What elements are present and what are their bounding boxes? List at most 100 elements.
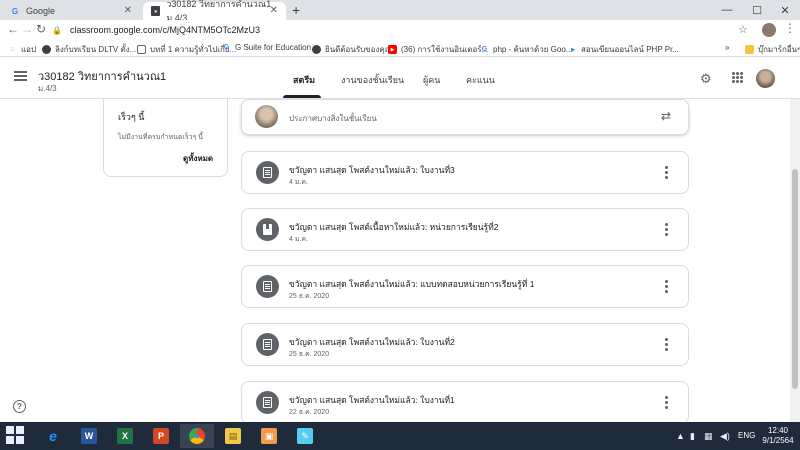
assignment-icon — [256, 161, 279, 184]
announce-placeholder[interactable]: ประกาศบางสิ่งในชั้นเรียน — [289, 112, 377, 125]
stream-post[interactable]: ขวัญตา แสนสุด โพสต์งานใหม่แล้ว: ใบงานที่… — [241, 381, 689, 422]
taskbar-app[interactable]: P — [144, 424, 178, 448]
new-tab-button[interactable]: + — [292, 2, 300, 18]
globe-icon — [42, 45, 51, 54]
apps-grid-icon: ⁙ — [9, 46, 16, 54]
forward-icon[interactable]: → — [21, 22, 33, 36]
post-title[interactable]: ขวัญตา แสนสุด โพสต์เนื้อหาใหม่แล้ว: หน่ว… — [289, 220, 498, 234]
more-options-icon[interactable] — [665, 166, 668, 179]
help-icon[interactable]: ? — [13, 400, 26, 413]
post-date: 4 ม.ค. — [289, 179, 309, 186]
bookmark-label: สอนเขียนออนไลน์ PHP Pr... — [581, 45, 679, 54]
internet-explorer-icon: e — [49, 428, 57, 444]
other-bookmarks-label: บุ๊กมาร์กอื่นๆ — [758, 45, 800, 54]
classroom-header: ว30182 วิทยาการคำนวณ1 ม.4/3 สตรีม งานของ… — [0, 57, 800, 99]
bookmark-star-icon[interactable]: ☆ — [738, 23, 748, 36]
bookmark-label: ลิงก์บทเรียน DLTV ตั้ง... — [55, 45, 137, 54]
stream-post[interactable]: ขวัญตา แสนสุด โพสต์เนื้อหาใหม่แล้ว: หน่ว… — [241, 208, 689, 251]
windows-start-icon[interactable] — [6, 426, 26, 446]
bookmarks-bar: ⁙ แอป ลิงก์บทเรียน DLTV ตั้ง... บทที่ 1 … — [0, 40, 800, 57]
class-title[interactable]: ว30182 วิทยาการคำนวณ1 — [38, 67, 166, 85]
repost-icon[interactable]: ⇄ — [661, 109, 671, 123]
tab-grades[interactable]: คะแนน — [466, 73, 495, 87]
post-date: 4 ม.ค. — [289, 236, 309, 243]
paint-icon: ✎ — [297, 428, 313, 444]
bookmark-item[interactable]: ลิงก์บทเรียน DLTV ตั้ง... — [42, 43, 136, 56]
bookmark-item[interactable]: ▶ (36) การใช้งานอินเตอร์... — [388, 43, 488, 56]
folder-icon — [745, 45, 754, 54]
post-title[interactable]: ขวัญตา แสนสุด โพสต์งานใหม่แล้ว: ใบงานที่… — [289, 163, 455, 177]
input-language[interactable]: ENG — [738, 431, 755, 440]
close-window-button[interactable]: ✕ — [770, 0, 800, 20]
bookmarks-overflow-button[interactable]: » — [725, 43, 729, 52]
more-options-icon[interactable] — [665, 396, 668, 409]
other-bookmarks[interactable]: บุ๊กมาร์กอื่นๆ — [745, 43, 800, 56]
more-options-icon[interactable] — [665, 280, 668, 293]
clock-date: 9/1/2564 — [762, 436, 794, 445]
tab-classwork[interactable]: งานของชั้นเรียน — [341, 73, 404, 87]
taskbar-app[interactable]: ▤ — [216, 424, 250, 448]
post-date: 25 ธ.ค. 2020 — [289, 351, 330, 358]
browser-menu-icon[interactable]: ⋮ — [784, 21, 796, 35]
reload-icon[interactable]: ↻ — [36, 22, 46, 36]
browser-tab-google[interactable]: G Google ✕ — [0, 2, 140, 20]
word-icon: W — [81, 428, 97, 444]
scrollbar-thumb[interactable] — [792, 169, 798, 389]
close-icon[interactable]: ✕ — [124, 5, 132, 16]
stream-post[interactable]: ขวัญตา แสนสุด โพสต์งานใหม่แล้ว: แบบทดสอบ… — [241, 265, 689, 308]
tab-title: Google — [26, 6, 56, 16]
post-title[interactable]: ขวัญตา แสนสุด โพสต์งานใหม่แล้ว: แบบทดสอบ… — [289, 277, 534, 291]
class-section: ม.4/3 — [38, 84, 57, 93]
bookmark-item[interactable]: G G Suite for Education — [222, 43, 311, 52]
taskbar-app[interactable]: X — [108, 424, 142, 448]
page-scrollbar[interactable] — [790, 99, 800, 422]
maximize-button[interactable]: ☐ — [742, 0, 772, 20]
stream-post[interactable]: ขวัญตา แสนสุด โพสต์งานใหม่แล้ว: ใบงานที่… — [241, 323, 689, 366]
more-options-icon[interactable] — [665, 338, 668, 351]
bookmark-item[interactable]: ➤ สอนเขียนออนไลน์ PHP Pr... — [568, 43, 679, 56]
classroom-icon: ▪ — [151, 6, 161, 16]
taskbar-app[interactable]: e — [36, 424, 70, 448]
tab-stream[interactable]: สตรีม — [293, 73, 315, 87]
bookmark-label: (36) การใช้งานอินเตอร์... — [401, 45, 489, 54]
close-icon[interactable]: ✕ — [270, 5, 278, 16]
taskbar-app[interactable]: ● — [180, 424, 214, 448]
volume-icon[interactable]: ◀) — [720, 431, 730, 442]
view-all-link[interactable]: ดูทั้งหมด — [183, 152, 213, 165]
photos-icon: ▣ — [261, 428, 277, 444]
google-icon: G — [481, 46, 488, 53]
more-options-icon[interactable] — [665, 223, 668, 236]
stream-post[interactable]: ขวัญตา แสนสุด โพสต์งานใหม่แล้ว: ใบงานที่… — [241, 151, 689, 194]
browser-tab-classroom[interactable]: ▪ ว30182 วิทยาการคำนวณ1 ม.4/3 ✕ — [143, 0, 286, 23]
battery-icon[interactable]: ▮ — [690, 431, 695, 442]
menu-icon[interactable] — [14, 71, 27, 81]
bookmark-apps[interactable]: ⁙ แอป — [8, 43, 36, 56]
browser-profile-avatar[interactable] — [762, 23, 776, 37]
taskbar-app[interactable]: ▣ — [252, 424, 286, 448]
system-clock[interactable]: 12:40 9/1/2564 — [760, 426, 796, 446]
show-hidden-icons-icon[interactable]: ▲ — [676, 431, 685, 441]
globe-icon — [312, 45, 321, 54]
taskbar-app[interactable]: ✎ — [288, 424, 322, 448]
avatar — [255, 105, 278, 128]
gear-icon[interactable]: ⚙ — [700, 71, 712, 87]
taskbar-app[interactable]: W — [72, 424, 106, 448]
bookmark-item[interactable]: G php - ค้นหาด้วย Goo... — [480, 43, 573, 56]
bookmark-label: แอป — [21, 45, 37, 54]
youtube-icon: ▶ — [388, 45, 397, 54]
minimize-button[interactable]: — — [712, 0, 742, 20]
upcoming-empty-text: ไม่มีงานที่ครบกำหนดเร็วๆ นี้ — [118, 134, 204, 141]
address-bar[interactable]: 🔒 classroom.google.com/c/MjQ4NTM5OTc2MzU… — [52, 22, 752, 38]
stream-content: เร็วๆ นี้ ไม่มีงานที่ครบกำหนดเร็วๆ นี้ ด… — [0, 99, 790, 422]
network-icon[interactable]: ▦ — [704, 431, 713, 442]
post-title[interactable]: ขวัญตา แสนสุด โพสต์งานใหม่แล้ว: ใบงานที่… — [289, 335, 455, 349]
announce-box[interactable]: ประกาศบางสิ่งในชั้นเรียน ⇄ — [241, 99, 689, 135]
tab-people[interactable]: ผู้คน — [423, 73, 440, 87]
post-title[interactable]: ขวัญตา แสนสุด โพสต์งานใหม่แล้ว: ใบงานที่… — [289, 393, 455, 407]
google-apps-icon[interactable] — [732, 72, 743, 83]
account-avatar[interactable] — [756, 69, 775, 88]
url-text: classroom.google.com/c/MjQ4NTM5OTc2MzU3 — [69, 25, 261, 35]
bookmark-item[interactable]: ยินดีต้อนรับของคุณ — [312, 43, 392, 56]
arrow-icon: ➤ — [569, 46, 576, 54]
back-icon[interactable]: ← — [7, 22, 19, 36]
